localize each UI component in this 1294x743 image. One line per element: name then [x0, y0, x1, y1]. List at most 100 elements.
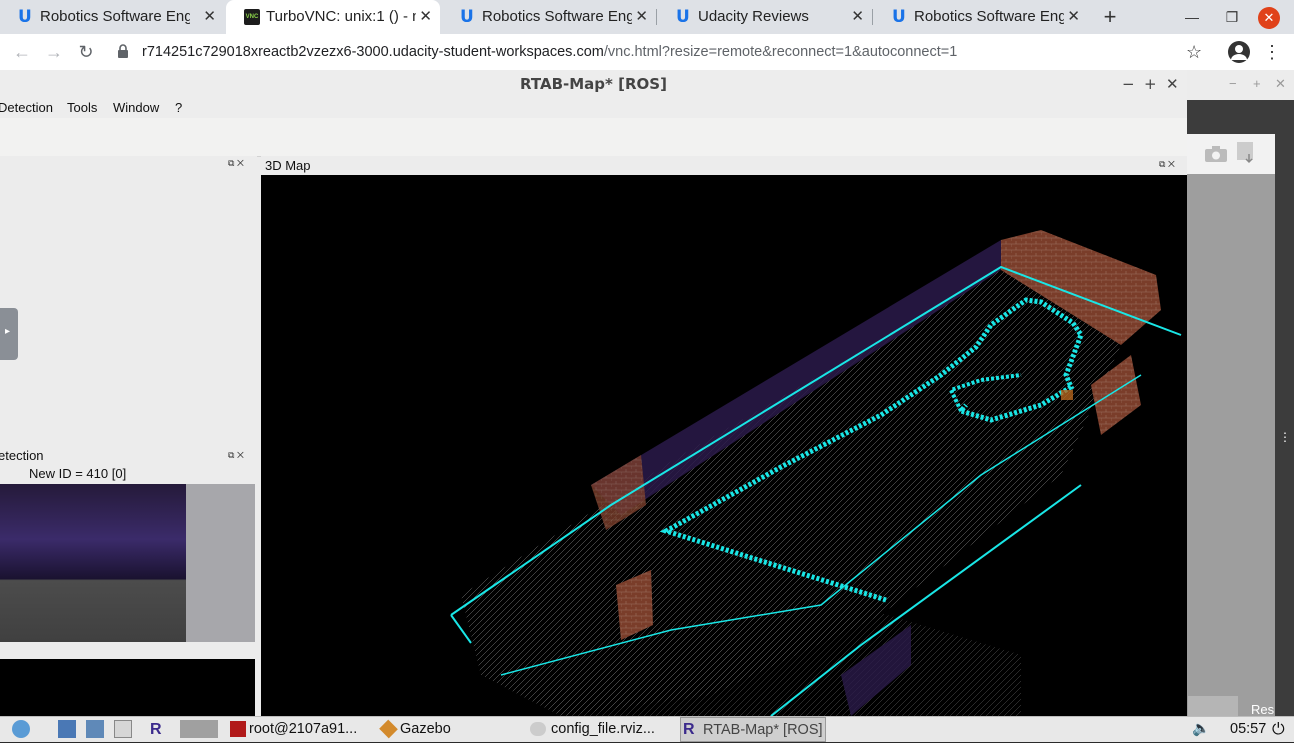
secondary-window-toolbar	[1187, 134, 1275, 174]
address-bar[interactable]: r714251c729018xreactb2vzezx6-3000.udacit…	[108, 38, 1224, 66]
profile-avatar-icon[interactable]	[1228, 41, 1250, 63]
map-panel-title: 3D Map	[265, 158, 311, 173]
secondary-image	[0, 659, 255, 716]
close-icon[interactable]: ✕	[1168, 159, 1175, 169]
gazebo-icon	[379, 719, 398, 739]
taskbar-item-terminal[interactable]: root@2107a91...	[230, 717, 357, 742]
url-path: /vnc.html?resize=remote&reconnect=1&auto…	[603, 44, 958, 60]
back-button[interactable]: ←	[8, 34, 36, 70]
tab-robotics-1[interactable]: U Robotics Software Eng ✕	[0, 0, 224, 34]
scroll-handle-icon[interactable]: ⋮	[1279, 430, 1291, 444]
forward-button[interactable]: →	[40, 34, 68, 70]
secondary-window-titlebar: − + ✕	[1187, 70, 1294, 100]
browser-tab-strip: U Robotics Software Eng ✕ VNC TurboVNC: …	[0, 0, 1294, 34]
window-close-button[interactable]: ✕	[1166, 70, 1179, 98]
menu-tools[interactable]: Tools	[67, 98, 97, 118]
dock-buttons: ⧉ ✕	[228, 450, 244, 461]
udacity-icon: U	[892, 7, 906, 27]
reload-button[interactable]: ↻	[72, 34, 100, 70]
close-icon[interactable]: ✕	[851, 0, 864, 34]
window-close-button[interactable]: ✕	[1258, 7, 1280, 29]
close-icon[interactable]: ✕	[635, 0, 648, 34]
dock-buttons: ⧉ ✕	[1159, 159, 1175, 170]
menu-detection[interactable]: Detection	[0, 98, 53, 118]
udacity-icon: U	[18, 7, 32, 27]
menu-window[interactable]: Window	[113, 98, 159, 118]
volume-icon[interactable]: 🔈	[1192, 717, 1210, 742]
3d-map-view[interactable]	[261, 175, 1187, 716]
show-desktop-icon[interactable]	[58, 720, 76, 738]
taskbar-item-label: root@2107a91...	[249, 721, 358, 737]
dock-buttons: ⧉ ✕	[228, 158, 244, 169]
close-icon[interactable]: ✕	[237, 450, 244, 460]
expand-arrow-icon: ▸	[5, 326, 11, 337]
lock-icon	[118, 44, 128, 58]
taskbar-item-label: Gazebo	[400, 721, 451, 737]
network-icon[interactable]	[86, 720, 104, 738]
udacity-icon: U	[676, 7, 690, 27]
window-close-button[interactable]: ✕	[1275, 76, 1286, 92]
window-maximize-button[interactable]: +	[1253, 76, 1261, 91]
window-icon[interactable]	[114, 720, 132, 738]
tab-robotics-3[interactable]: U Robotics Software Eng ✕	[874, 0, 1088, 34]
taskbar: R root@2107a91... Gazebo config_file.rvi…	[0, 716, 1294, 742]
float-icon[interactable]: ⧉	[1159, 159, 1165, 169]
loop-closure-image-side	[186, 484, 255, 642]
left-dock-area: ⧉ ✕ ▸ etection ⧉ ✕ New ID = 410 [0]	[0, 156, 257, 716]
taskbar-item-label: config_file.rviz...	[551, 721, 655, 737]
tab-separator	[872, 9, 873, 25]
rtabmap-icon: R	[683, 721, 695, 738]
taskbar-blank-item[interactable]	[180, 720, 218, 738]
res-label: Res	[1251, 702, 1275, 717]
menu-bar: Detection Tools Window ?	[0, 98, 1187, 118]
float-icon[interactable]: ⧉	[228, 158, 234, 168]
taskbar-item-gazebo[interactable]: Gazebo	[379, 717, 451, 742]
udacity-icon: U	[460, 7, 474, 27]
terminal-icon	[230, 721, 246, 737]
log-icon[interactable]	[1237, 142, 1257, 164]
float-icon[interactable]: ⧉	[228, 450, 234, 460]
clock: 05:57	[1230, 721, 1267, 737]
vnc-icon: VNC	[244, 9, 260, 25]
3d-map-render	[450, 230, 1182, 716]
toolbar-area	[0, 118, 1187, 157]
taskbar-item-rviz[interactable]: config_file.rviz...	[530, 717, 655, 742]
restore-button[interactable]: ❐	[1212, 0, 1252, 34]
power-icon[interactable]: ⏻	[1272, 717, 1285, 742]
side-handle[interactable]: ▸	[0, 308, 18, 360]
window-minimize-button[interactable]: −	[1122, 70, 1135, 98]
close-icon[interactable]: ✕	[203, 0, 216, 34]
new-id-label: New ID = 410 [0]	[29, 466, 127, 481]
rtabmap-launcher-icon[interactable]: R	[150, 717, 162, 742]
rviz-icon	[530, 722, 546, 736]
window-title: RTAB-Map* [ROS]	[0, 70, 1187, 98]
new-tab-button[interactable]: +	[1098, 0, 1122, 34]
camera-icon[interactable]	[1205, 146, 1227, 162]
tab-udacity-reviews[interactable]: U Udacity Reviews ✕	[658, 0, 872, 34]
rtabmap-window: RTAB-Map* [ROS] − + ✕ Detection Tools Wi…	[0, 70, 1187, 716]
map-panel-header: 3D Map ⧉ ✕	[261, 156, 1187, 175]
bookmark-star-icon[interactable]: ☆	[1186, 34, 1202, 70]
browser-menu-icon[interactable]: ⋮	[1262, 34, 1282, 70]
loop-closure-image	[0, 484, 186, 642]
window-minimize-button[interactable]: −	[1229, 76, 1237, 91]
url-text: r714251c729018xreactb2vzezx6-3000.udacit…	[142, 38, 957, 66]
tab-separator	[656, 9, 657, 25]
close-icon[interactable]: ✕	[1067, 0, 1080, 34]
close-icon[interactable]: ✕	[237, 158, 244, 168]
taskbar-item-label: RTAB-Map* [ROS]	[703, 722, 823, 738]
loop-detection-header: etection	[0, 448, 44, 463]
taskbar-item-rtabmap[interactable]: R RTAB-Map* [ROS]	[680, 717, 826, 742]
tab-turbovnc[interactable]: VNC TurboVNC: unix:1 () - n ✕	[226, 0, 440, 34]
minimize-button[interactable]: —	[1172, 0, 1212, 34]
tab-robotics-2[interactable]: U Robotics Software Eng ✕	[442, 0, 656, 34]
url-host: r714251c729018xreactb2vzezx6-3000.udacit…	[142, 44, 604, 60]
map-marker	[1061, 390, 1073, 400]
close-icon[interactable]: ✕	[419, 0, 432, 34]
start-menu-icon[interactable]	[12, 720, 30, 738]
secondary-window-panel	[1187, 134, 1275, 716]
secondary-window-field[interactable]	[1188, 696, 1238, 716]
menu-help[interactable]: ?	[175, 98, 182, 118]
browser-toolbar: ← → ↻ r714251c729018xreactb2vzezx6-3000.…	[0, 34, 1294, 71]
window-maximize-button[interactable]: +	[1144, 70, 1157, 98]
